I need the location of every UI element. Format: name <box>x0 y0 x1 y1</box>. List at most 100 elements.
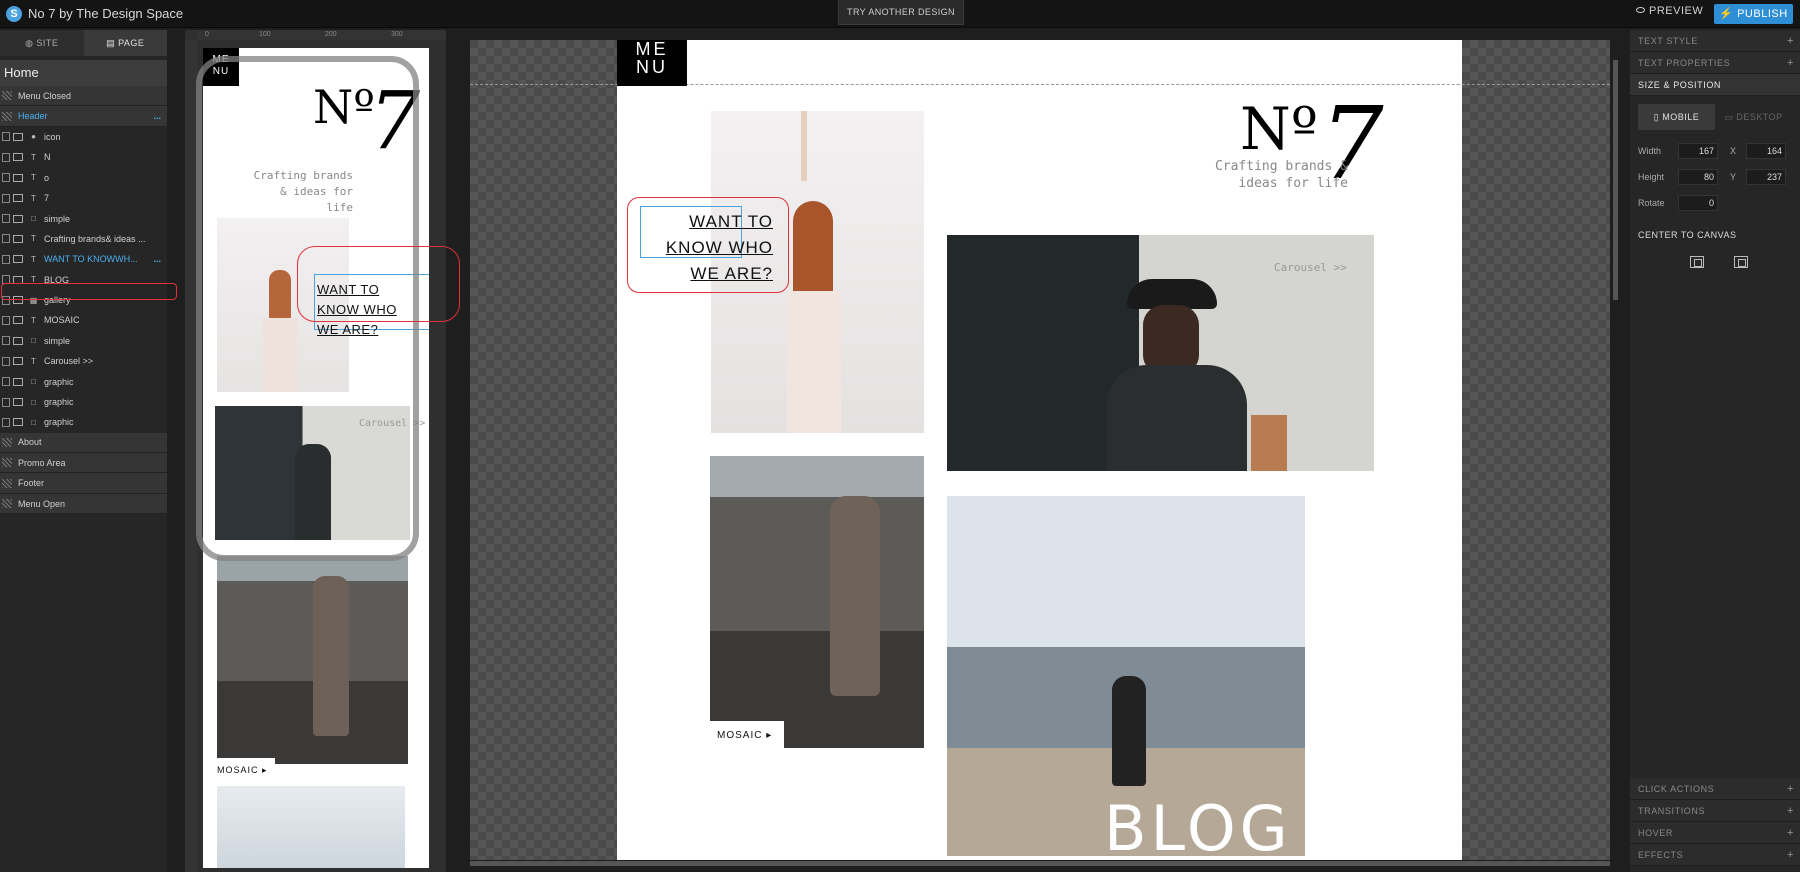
horizontal-scrollbar[interactable] <box>470 861 1610 866</box>
mobile-visibility-icon[interactable] <box>2 336 10 346</box>
layer-item[interactable]: T7 <box>0 188 167 208</box>
layer-item[interactable]: T WANT TO KNOWWH...... <box>0 249 167 269</box>
layer-item[interactable]: To <box>0 168 167 188</box>
mobile-visibility-icon[interactable] <box>2 417 10 427</box>
click-actions-section[interactable]: CLICK ACTIONS + <box>1630 778 1800 800</box>
plus-icon[interactable]: + <box>1787 778 1794 800</box>
desktop-visibility-icon[interactable] <box>13 173 23 182</box>
rotate-input[interactable]: 0 <box>1678 195 1718 211</box>
layer-item[interactable]: □ graphic <box>0 371 167 391</box>
app-logo-icon[interactable]: S <box>6 6 22 22</box>
layer-type-icon: □ <box>31 377 36 387</box>
layer-item[interactable]: ● icon <box>0 127 167 147</box>
layer-section[interactable]: About <box>0 432 167 454</box>
y-label: Y <box>1730 172 1737 182</box>
center-horizontal-icon[interactable] <box>1690 256 1704 268</box>
mobile-visibility-icon[interactable] <box>2 234 10 244</box>
mobile-photo-beach[interactable] <box>217 786 405 868</box>
mobile-visibility-icon[interactable] <box>2 152 10 162</box>
eye-icon <box>1636 7 1645 13</box>
carousel-link[interactable]: Carousel >> <box>1274 261 1347 274</box>
section-icon <box>2 91 12 101</box>
layer-section[interactable]: Menu Closed <box>0 86 167 107</box>
vertical-scrollbar[interactable] <box>1613 60 1618 300</box>
hover-section[interactable]: HOVER + <box>1630 822 1800 844</box>
desktop-visibility-icon[interactable] <box>13 336 23 345</box>
layer-item[interactable]: T Crafting brands& ideas ... <box>0 229 167 249</box>
plus-icon[interactable]: + <box>1787 844 1794 866</box>
layer-section[interactable]: Promo Area <box>0 453 167 474</box>
layer-item[interactable]: □ simple <box>0 331 167 351</box>
tab-desktop[interactable]: ▭ DESKTOP <box>1715 104 1792 130</box>
layer-item[interactable]: T MOSAIC <box>0 310 167 330</box>
layer-item[interactable]: □ graphic <box>0 392 167 412</box>
more-options-icon[interactable]: ... <box>153 111 161 121</box>
mobile-visibility-icon[interactable] <box>2 193 10 203</box>
layer-item[interactable]: TN <box>0 147 167 167</box>
rotate-label: Rotate <box>1638 198 1665 208</box>
tab-page[interactable]: ▤ PAGE <box>83 30 167 56</box>
text-style-section[interactable]: TEXT STYLE + <box>1630 30 1800 52</box>
plus-icon[interactable]: + <box>1787 800 1794 822</box>
mobile-visibility-icon[interactable] <box>2 356 10 366</box>
layer-item[interactable]: T Carousel >> <box>0 351 167 371</box>
main-canvas[interactable]: ME NU Nº 7 Crafting brands & ideas for l… <box>470 40 1610 860</box>
page-title[interactable]: Home <box>0 60 167 86</box>
desktop-visibility-icon[interactable] <box>13 194 23 203</box>
mobile-visibility-icon[interactable] <box>2 173 10 183</box>
desktop-visibility-icon[interactable] <box>13 418 23 427</box>
transitions-section[interactable]: TRANSITIONS + <box>1630 800 1800 822</box>
desktop-visibility-icon[interactable] <box>13 234 23 243</box>
layer-section[interactable]: Menu Open <box>0 493 167 515</box>
publish-button[interactable]: ⚡ PUBLISH <box>1714 4 1793 24</box>
size-position-section[interactable]: SIZE & POSITION <box>1630 74 1800 96</box>
section-icon <box>2 458 12 468</box>
plus-icon[interactable]: + <box>1787 30 1794 52</box>
mobile-visibility-icon[interactable] <box>2 397 10 407</box>
layer-label: graphic <box>44 376 74 387</box>
y-input[interactable]: 237 <box>1746 169 1786 185</box>
x-input[interactable]: 164 <box>1746 143 1786 159</box>
layer-type-icon: T <box>31 234 36 244</box>
desktop-visibility-icon[interactable] <box>13 357 23 366</box>
menu-button[interactable]: ME NU <box>617 40 687 86</box>
plus-icon[interactable]: + <box>1787 822 1794 844</box>
section-icon <box>2 111 12 121</box>
blog-heading[interactable]: BLOG <box>1104 792 1292 860</box>
layer-section[interactable]: Header... <box>0 106 167 127</box>
layer-section[interactable]: Footer <box>0 473 167 494</box>
tab-site[interactable]: ◍ SITE <box>0 30 84 56</box>
plus-icon[interactable]: + <box>1787 52 1794 74</box>
desktop-visibility-icon[interactable] <box>13 132 23 141</box>
try-another-design-button[interactable]: TRY ANOTHER DESIGN <box>838 0 964 25</box>
height-input[interactable]: 80 <box>1678 169 1718 185</box>
desktop-visibility-icon[interactable] <box>13 316 23 325</box>
mobile-visibility-icon[interactable] <box>2 214 10 224</box>
crafting-text[interactable]: Crafting brands & ideas for life <box>1200 158 1348 192</box>
no-text: Nº <box>1240 95 1319 163</box>
tab-mobile[interactable]: ▯ MOBILE <box>1638 104 1715 130</box>
desktop-visibility-icon[interactable] <box>13 214 23 223</box>
mobile-visibility-icon[interactable] <box>2 377 10 387</box>
center-vertical-icon[interactable] <box>1734 256 1748 268</box>
no7-logo[interactable]: Nº 7 <box>1240 85 1384 202</box>
ruler-top: 0 100 200 300 <box>197 30 446 40</box>
preview-button[interactable]: PREVIEW <box>1636 5 1703 17</box>
desktop-visibility-icon[interactable] <box>13 398 23 407</box>
layer-item[interactable]: □ simple <box>0 208 167 228</box>
mobile-photo-woman-rocks[interactable] <box>217 556 408 764</box>
desktop-visibility-icon[interactable] <box>13 153 23 162</box>
desktop-visibility-icon[interactable] <box>13 255 23 264</box>
mobile-visibility-icon[interactable] <box>2 132 10 142</box>
photo-woman-rocks[interactable] <box>710 456 924 748</box>
layer-item[interactable]: □ graphic <box>0 412 167 432</box>
mobile-visibility-icon[interactable] <box>2 315 10 325</box>
effects-section[interactable]: EFFECTS + <box>1630 844 1800 866</box>
mobile-visibility-icon[interactable] <box>2 254 10 264</box>
desktop-visibility-icon[interactable] <box>13 377 23 386</box>
mobile-mosaic-button[interactable]: MOSAIC ▸ <box>209 758 275 782</box>
more-options-icon[interactable]: ... <box>153 254 161 264</box>
text-properties-section[interactable]: TEXT PROPERTIES + <box>1630 52 1800 74</box>
mosaic-button[interactable]: MOSAIC ▸ <box>709 721 784 750</box>
width-input[interactable]: 167 <box>1678 143 1718 159</box>
